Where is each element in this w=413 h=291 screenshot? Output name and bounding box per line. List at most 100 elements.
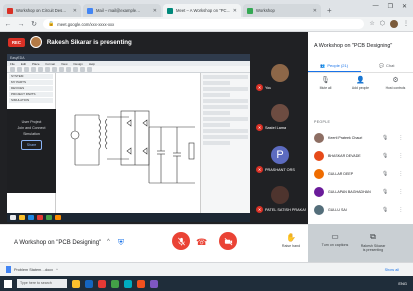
- shared-taskbar: [7, 213, 250, 222]
- taskbar-app-icon[interactable]: [98, 279, 106, 288]
- chevron-up-icon[interactable]: ^: [107, 239, 110, 245]
- camera-button[interactable]: [219, 232, 237, 250]
- close-icon[interactable]: ✕: [153, 8, 157, 14]
- presenter-bar: REC Rakesh Sikarar is presenting: [0, 32, 308, 52]
- menu-item: Edit: [20, 61, 27, 66]
- browser-tab[interactable]: Mail – mail@example… ✕: [83, 4, 161, 17]
- captions-button[interactable]: ▭ Turn on captions: [318, 232, 352, 247]
- participant-tile[interactable]: P ✕ PRASHANT ORS: [254, 146, 306, 173]
- action-label: Mute all: [319, 86, 332, 90]
- more-icon[interactable]: ⋮: [398, 207, 403, 213]
- participant-name: PATEL SATISH PRAKASH: [265, 207, 306, 212]
- profile-avatar[interactable]: [390, 20, 398, 28]
- minimize-button[interactable]: —: [373, 3, 379, 10]
- reload-button[interactable]: ↻: [30, 20, 38, 28]
- taskbar-search-input[interactable]: Type here to search: [17, 279, 67, 288]
- participant-name-row: ✕ You: [254, 84, 306, 91]
- close-icon[interactable]: ✕: [73, 8, 77, 14]
- mic-icon[interactable]: 🎙: [382, 171, 388, 177]
- list-item[interactable]: GULLU SAI 🎙 ⋮: [308, 201, 413, 219]
- add-people-icon: 👤: [356, 77, 365, 84]
- end-call-icon[interactable]: ☎: [196, 237, 207, 248]
- mic-icon[interactable]: 🎙: [382, 207, 388, 213]
- list-item[interactable]: Keerti Prateek Chauri 🎙 ⋮: [308, 129, 413, 147]
- browser-tab[interactable]: Workshop ✕: [243, 4, 321, 17]
- extension-icon[interactable]: ⬡: [380, 20, 385, 28]
- shared-screen: EasyEDA File Edit Place Format View Desi…: [7, 54, 250, 222]
- person-name: GULLAR DEEP: [328, 172, 354, 176]
- back-button[interactable]: ←: [4, 21, 12, 28]
- download-file[interactable]: Problem Statem…docx: [14, 268, 53, 272]
- mic-off-icon: ✕: [256, 124, 263, 131]
- raise-hand-button[interactable]: ✋ Raise hand: [274, 233, 308, 248]
- tab-people[interactable]: 👥 People (21): [308, 59, 361, 72]
- more-icon[interactable]: ⋮: [398, 189, 403, 195]
- lock-icon: 🔒: [48, 21, 55, 27]
- section-heading: PEOPLE: [314, 120, 331, 124]
- avatar: [271, 64, 289, 82]
- tab-chat[interactable]: 💬 Chat: [361, 59, 413, 72]
- close-window-button[interactable]: ✕: [402, 3, 407, 10]
- taskbar-app-icon[interactable]: [150, 279, 158, 288]
- participant-tile[interactable]: ✕ You: [254, 64, 306, 91]
- participant-tile[interactable]: ✕ Sastel Lama: [254, 104, 306, 131]
- meeting-title[interactable]: A Workshop on "PCB Designing": [14, 240, 101, 246]
- close-icon[interactable]: ✕: [313, 8, 317, 14]
- show-all-link[interactable]: Show all: [385, 268, 399, 272]
- shared-app-titlebar: EasyEDA: [7, 54, 250, 61]
- maximize-button[interactable]: ❐: [388, 3, 393, 10]
- avatar: [271, 104, 289, 122]
- hand-icon: ✋: [286, 233, 296, 242]
- windows-start-icon[interactable]: [4, 279, 12, 288]
- mic-icon[interactable]: 🎙: [382, 135, 388, 141]
- forward-button[interactable]: →: [17, 21, 25, 28]
- chevron-up-icon[interactable]: ^: [56, 267, 58, 272]
- tab-label: Workshop: [256, 8, 275, 13]
- system-tray[interactable]: ENG: [398, 281, 407, 286]
- browser-tab-active[interactable]: Meet – A Workshop on "PC… ✕: [163, 4, 241, 17]
- browser-tabbar: Workshop on Circuit Des… ✕ Mail – mail@e…: [0, 0, 413, 17]
- mute-all-button[interactable]: 🎙 Mute all: [311, 76, 341, 100]
- action-label: Host controls: [385, 86, 406, 90]
- more-icon[interactable]: ⋮: [398, 153, 403, 159]
- host-controls-button[interactable]: ⚙ Host controls: [381, 76, 411, 100]
- taskbar-app-icon[interactable]: [124, 279, 132, 288]
- presenting-button[interactable]: ⧉ Rakesh Sikarar is presenting: [356, 232, 390, 252]
- browser-tab[interactable]: Workshop on Circuit Des… ✕: [3, 4, 81, 17]
- tab-label: Workshop on Circuit Des…: [16, 8, 67, 13]
- participant-tile[interactable]: ✕ PATEL SATISH PRAKASH: [254, 186, 306, 213]
- participant-name: You: [265, 85, 272, 90]
- star-icon[interactable]: ☆: [369, 20, 374, 28]
- extension-area: ☆ ⬡ ⋮: [369, 20, 409, 28]
- mute-icon: 🎙: [321, 77, 330, 84]
- action-label: Add people: [351, 86, 370, 90]
- mic-icon[interactable]: 🎙: [382, 153, 388, 159]
- taskbar-app-icon[interactable]: [137, 279, 145, 288]
- taskbar-app-icon[interactable]: [85, 279, 93, 288]
- list-item[interactable]: GULLAPAN BAGHADHAN 🎙 ⋮: [308, 183, 413, 201]
- avatar: [29, 36, 42, 48]
- menu-kebab-icon[interactable]: ⋮: [403, 20, 409, 28]
- captions-label: Turn on captions: [321, 243, 349, 247]
- list-item[interactable]: BHASKAR DEVADE 🎙 ⋮: [308, 147, 413, 165]
- taskbar-app-icon[interactable]: [72, 279, 80, 288]
- list-item[interactable]: GULLAR DEEP 🎙 ⋮: [308, 165, 413, 183]
- more-icon[interactable]: ⋮: [398, 135, 403, 141]
- close-icon[interactable]: ✕: [233, 8, 237, 14]
- url-input[interactable]: 🔒 meet.google.com/xxx-xxxx-xxx: [43, 19, 365, 29]
- new-tab-button[interactable]: +: [323, 4, 336, 17]
- add-people-button[interactable]: 👤 Add people: [346, 76, 376, 100]
- window-controls: — ❐ ✕: [367, 3, 413, 14]
- panel-actions: 🎙 Mute all 👤 Add people ⚙ Host controls: [308, 76, 413, 100]
- microphone-button[interactable]: [172, 232, 190, 250]
- shield-icon[interactable]: ⛨: [118, 238, 124, 248]
- mic-icon[interactable]: 🎙: [382, 189, 388, 195]
- participant-name-row: ✕ PRASHANT ORS: [254, 166, 306, 173]
- shared-app-toolbar: [7, 66, 250, 73]
- more-icon[interactable]: ⋮: [398, 171, 403, 177]
- mic-off-icon: ✕: [256, 84, 263, 91]
- panel-row: SYSTEM: [9, 74, 53, 79]
- taskbar-app-icon[interactable]: [111, 279, 119, 288]
- presenting-label: Rakesh Sikarar is presenting: [360, 244, 386, 252]
- shared-app-title: EasyEDA: [10, 55, 25, 60]
